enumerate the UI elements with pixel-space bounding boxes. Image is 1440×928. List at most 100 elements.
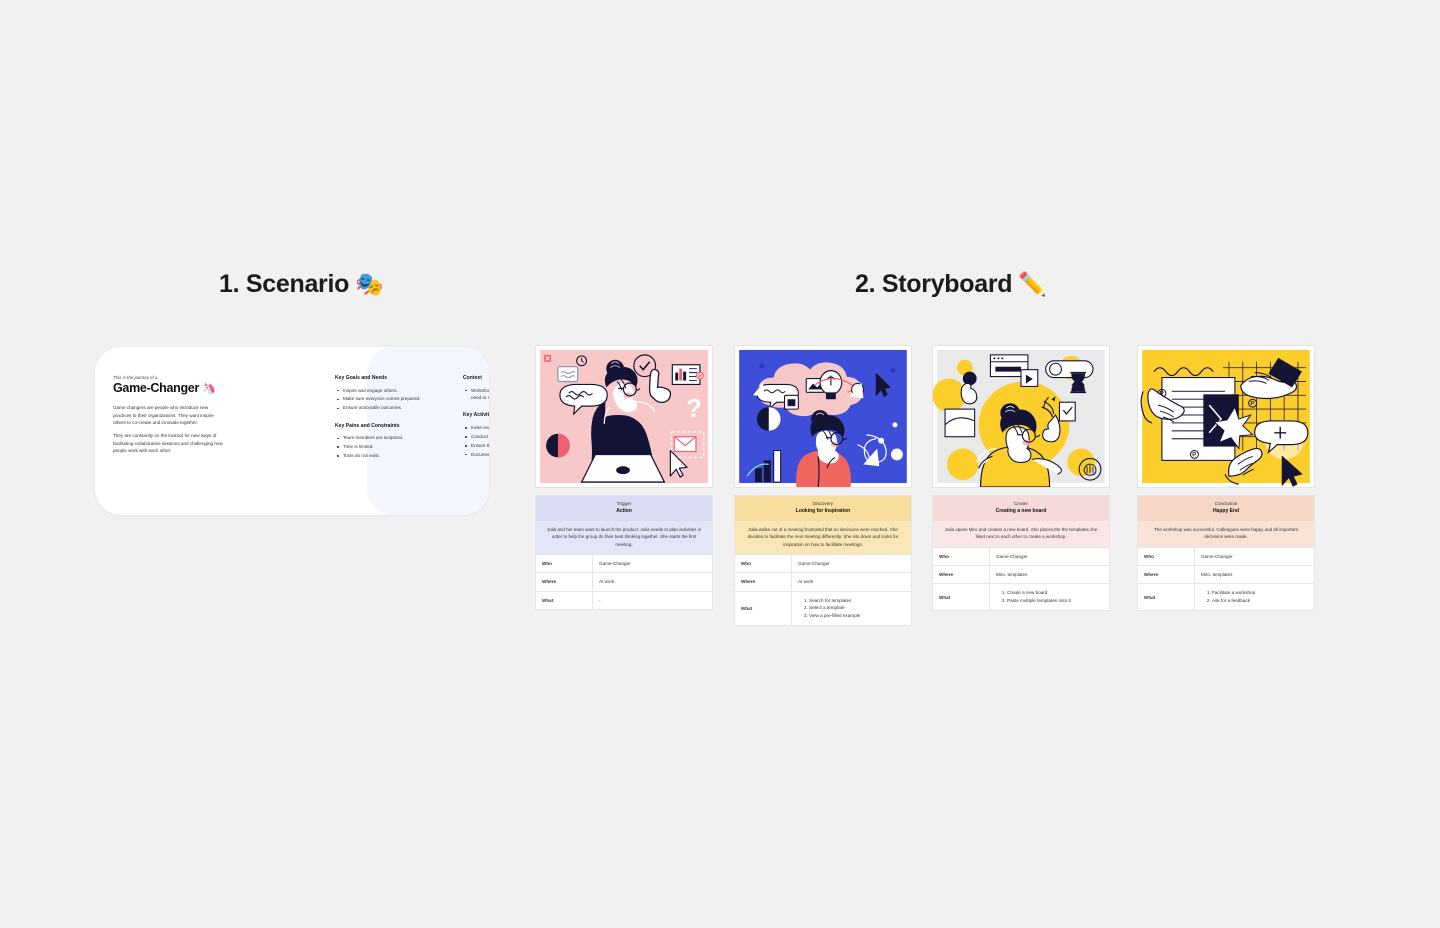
card-header-band: Create Creating a new board bbox=[933, 496, 1109, 522]
card-headline: Creating a new board bbox=[995, 507, 1047, 514]
what-list: Facilitate a workshopAsk for a feedback bbox=[1201, 589, 1308, 605]
list-item: Invite everyone and share material bbox=[465, 424, 489, 431]
section-title-storyboard-text: 2. Storyboard bbox=[855, 270, 1013, 298]
storyboard-illustration: ? bbox=[535, 345, 713, 488]
storyboard-card-body: Discovery Looking for Inspiration Julia wa… bbox=[734, 495, 912, 627]
goals-and-pains-column: Key Goals and Needs Inspire and engage o… bbox=[335, 375, 445, 461]
table-row: Where Miro, templates bbox=[1138, 565, 1314, 584]
persona-paragraph-1: Game changers are people who introduce n… bbox=[113, 405, 214, 425]
what-cell: Create a new boardPaste multiple templat… bbox=[989, 583, 1109, 610]
where-value: Miro, templates bbox=[989, 565, 1109, 584]
card-attributes-table: WhoGame-ChangerWhereMiro, templatesWhat C… bbox=[933, 546, 1109, 610]
table-row: What Search for templatesSelect a templat… bbox=[735, 590, 911, 626]
what-list-item: Ask for a feedback bbox=[1212, 597, 1308, 605]
activities-list: Invite everyone and share material Conduc… bbox=[463, 424, 489, 458]
card-headline: Looking for Inspiration bbox=[795, 507, 851, 514]
storyboard-illustration bbox=[734, 345, 912, 488]
list-item: Ensure actionable outcomes. bbox=[337, 404, 445, 411]
list-item: Make sure everyone comes prepared. bbox=[337, 395, 445, 402]
list-item: Conduct workshop with others. bbox=[465, 433, 489, 440]
card-header-band: Conclusion Happy End bbox=[1138, 496, 1314, 522]
goals-list: Inspire and engage others. Make sure ever… bbox=[335, 387, 445, 412]
card-phase-label: Discovery bbox=[812, 501, 834, 506]
row-label-what: What bbox=[933, 583, 990, 610]
table-row: What - bbox=[536, 590, 712, 610]
storyboard-illustration bbox=[932, 345, 1110, 488]
pencil-emoji-icon: ✏️ bbox=[1018, 271, 1047, 297]
table-row: Who Game-Changer bbox=[933, 546, 1109, 566]
card-headline: Happy End bbox=[1212, 507, 1240, 514]
list-item: Time is limited. bbox=[337, 443, 445, 450]
persona-name: Game-Changer 🦄 bbox=[113, 381, 225, 396]
section-title-scenario-text: 1. Scenario bbox=[219, 270, 350, 298]
row-label-who: Who bbox=[735, 553, 792, 573]
storyboard-card[interactable]: Conclusion Happy End The workshop was succ… bbox=[1137, 345, 1315, 611]
storyboard-card[interactable]: ? Trigger Action Julia and her team want t… bbox=[535, 345, 713, 611]
storyboard-card[interactable]: Create Creating a new board Julia opens Mi… bbox=[932, 345, 1110, 611]
card-attributes-table: Who Game-Changer Where At work What - bbox=[536, 553, 712, 610]
board-canvas: 1. Scenario 🎭 2. Storyboard ✏️ This is the… bbox=[0, 0, 1440, 928]
row-label-who: Who bbox=[536, 553, 593, 573]
card-phase-label: Trigger bbox=[616, 501, 632, 506]
card-header-band: Trigger Action bbox=[536, 496, 712, 522]
section-title-scenario: 1. Scenario 🎭 bbox=[219, 270, 384, 299]
card-header-band: Discovery Looking for Inspiration bbox=[735, 496, 911, 522]
what-list-item: Create a new board bbox=[1007, 589, 1103, 597]
list-item: Team members are sceptical. bbox=[337, 434, 445, 441]
who-value: Game-Changer bbox=[791, 553, 911, 573]
card-phase-label: Conclusion bbox=[1214, 501, 1238, 506]
list-item: Workshops are often run remotely and par… bbox=[465, 387, 489, 402]
persona-eyebrow: This is the journey of a bbox=[113, 375, 158, 380]
what-list-item: Paste multiple templates onto it bbox=[1007, 597, 1103, 605]
what-list-item: Facilitate a workshop bbox=[1212, 589, 1308, 597]
context-list: Workshops are often run remotely and par… bbox=[463, 387, 489, 402]
table-row: Who Game-Changer bbox=[536, 553, 712, 573]
persona-paragraph-2: They are constantly on the lookout for n… bbox=[113, 433, 223, 454]
table-row: What Create a new boardPaste multiple tem… bbox=[933, 583, 1109, 610]
scenario-card[interactable]: This is the journey of a Game-Changer 🦄 G… bbox=[95, 347, 489, 515]
list-item: Tools do not exist. bbox=[337, 452, 445, 459]
table-row: Where At work bbox=[735, 572, 911, 592]
persona-name-text: Game-Changer bbox=[113, 381, 200, 396]
what-list-item: Select a template bbox=[809, 604, 905, 612]
card-description: Julia opens Miro and creates a new board… bbox=[933, 521, 1109, 547]
pains-heading: Key Pains and Constraints bbox=[335, 422, 400, 429]
row-label-where: Where bbox=[536, 572, 593, 592]
row-label-where: Where bbox=[735, 572, 792, 592]
table-row: Where Miro, templates bbox=[933, 565, 1109, 584]
what-list-item: Search for templates bbox=[809, 597, 905, 605]
where-value: At work bbox=[791, 572, 911, 592]
storyboard-card-body: Conclusion Happy End The workshop was succ… bbox=[1137, 495, 1315, 611]
row-label-where: Where bbox=[1138, 565, 1195, 584]
who-value: Game-Changer bbox=[989, 546, 1109, 566]
row-label-what: What bbox=[536, 590, 593, 610]
what-cell: Facilitate a workshopAsk for a feedback bbox=[1194, 583, 1314, 610]
storyboard-illustration bbox=[1137, 345, 1315, 488]
row-label-who: Who bbox=[1138, 546, 1195, 566]
what-list-item: View a pre-filled example bbox=[809, 612, 905, 620]
card-description: The workshop was successful. Colleagues … bbox=[1138, 521, 1314, 547]
card-description: Julia walks out of a meeting frustrated … bbox=[735, 521, 911, 554]
what-cell: Search for templatesSelect a templateVie… bbox=[791, 590, 911, 626]
list-item: Ensure that everyone understands the out… bbox=[465, 442, 489, 449]
table-row: What Facilitate a workshopAsk for a feedb… bbox=[1138, 583, 1314, 610]
list-item: Inspire and engage others. bbox=[337, 387, 445, 394]
table-row: Who Game-Changer bbox=[1138, 546, 1314, 566]
pains-list: Team members are sceptical. Time is limit… bbox=[335, 434, 445, 459]
context-heading: Context bbox=[463, 375, 482, 381]
persona-column: This is the journey of a Game-Changer 🦄 G… bbox=[113, 375, 225, 455]
storyboard-card[interactable]: Discovery Looking for Inspiration Julia wa… bbox=[734, 345, 912, 627]
unicorn-emoji-icon: 🦄 bbox=[202, 383, 216, 396]
who-value: Game-Changer bbox=[1194, 546, 1314, 566]
section-title-storyboard: 2. Storyboard ✏️ bbox=[855, 270, 1047, 299]
table-row: Where At work bbox=[536, 572, 712, 592]
card-headline: Action bbox=[616, 507, 632, 514]
what-list: Search for templatesSelect a templateVie… bbox=[798, 597, 905, 620]
svg-text:?: ? bbox=[686, 395, 702, 423]
card-description: Julia and her team want to launch the pr… bbox=[536, 521, 712, 554]
card-attributes-table: WhoGame-ChangerWhereAt workWhat Search fo… bbox=[735, 553, 911, 626]
storyboard-card-body: Create Creating a new board Julia opens Mi… bbox=[932, 495, 1110, 611]
row-label-what: What bbox=[735, 590, 792, 626]
row-label-what: What bbox=[1138, 583, 1195, 610]
where-value: At work bbox=[592, 572, 712, 592]
